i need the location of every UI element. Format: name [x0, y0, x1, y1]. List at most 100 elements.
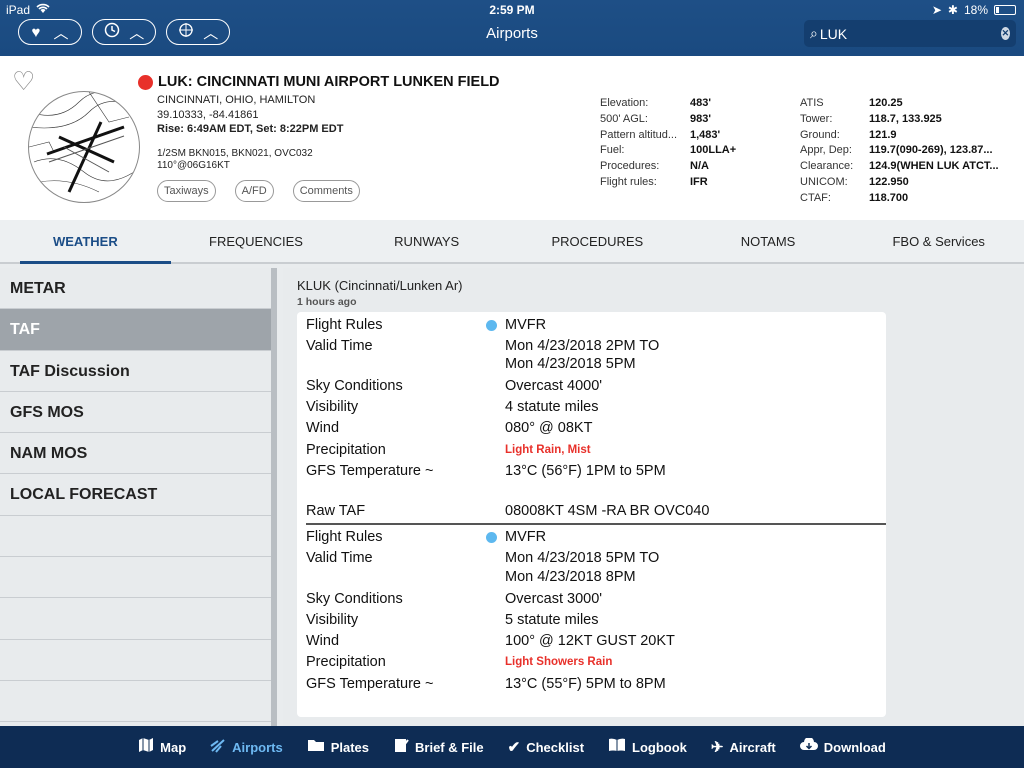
favorite-heart-icon[interactable]: ♡ — [12, 66, 35, 97]
bottom-tab-airports[interactable]: Airports — [198, 737, 295, 757]
valid-time-to: Mon 4/23/2018 5PM — [505, 356, 636, 372]
info-label: Flight rules: — [600, 175, 657, 188]
clear-search-icon[interactable]: ✕ — [1000, 27, 1010, 40]
top-bar: iPad 2:59 PM ➤ ✱ 18% ♥ ︿ ︿ ︿ Airports ⌕ … — [0, 0, 1024, 56]
taxiways-button[interactable]: Taxiways — [157, 180, 216, 202]
airport-header: ♡ LUK: CINCINNATI MUNI AIRPORT LUNKEN FI… — [0, 56, 1024, 220]
taf-panel: KLUK (Cincinnati/Lunken Ar) 1 hours ago … — [283, 268, 1024, 726]
bottom-tab-label: Map — [160, 739, 187, 755]
tab-frequencies[interactable]: FREQUENCIES — [171, 220, 342, 262]
location-icon: ➤ — [931, 3, 942, 17]
airport-name: LUK: CINCINNATI MUNI AIRPORT LUNKEN FIEL… — [158, 74, 500, 90]
tab-notams[interactable]: NOTAMS — [683, 220, 854, 262]
status-bar: iPad 2:59 PM ➤ ✱ 18% — [0, 0, 1024, 18]
row-label: Precipitation — [306, 654, 386, 670]
freq-label: CTAF: — [800, 191, 831, 204]
row-label: Flight Rules — [306, 529, 383, 545]
tab-procedures[interactable]: PROCEDURES — [512, 220, 683, 262]
row-label: Visibility — [306, 399, 359, 415]
bottom-tab-download[interactable]: Download — [788, 737, 898, 756]
info-value: IFR — [690, 175, 708, 188]
bottom-tab-map[interactable]: Map — [126, 737, 198, 757]
row-label: Wind — [306, 633, 340, 649]
bottom-tab-plates[interactable]: Plates — [295, 738, 381, 756]
airport-info-left: Elevation: 483' 500' AGL: 983' Pattern alt… — [600, 97, 780, 192]
search-input[interactable] — [819, 25, 1001, 42]
comments-button[interactable]: Comments — [292, 180, 360, 202]
list-item-metar[interactable]: METAR — [0, 268, 271, 310]
temp-value: 13°C (55°F) 5PM to 8PM — [505, 676, 666, 692]
clipboard-icon — [393, 737, 409, 757]
visibility-value: 5 statute miles — [505, 612, 599, 628]
list-item-gfs-mos[interactable]: GFS MOS — [0, 392, 271, 434]
flight-category-dot — [138, 74, 153, 90]
valid-time-from: Mon 4/23/2018 5PM TO — [505, 550, 660, 566]
info-label: 500' AGL: — [600, 112, 648, 125]
bottom-tab-checklist[interactable]: ✔ Checklist — [496, 738, 596, 756]
book-icon — [608, 738, 626, 756]
flight-rules-value: MVFR — [505, 529, 547, 545]
bottom-tab-bar: Map Airports Plates Brief & File ✔ Check… — [0, 726, 1024, 768]
visibility-value: 4 statute miles — [505, 399, 599, 415]
raw-taf-value: 08008KT 4SM -RA BR OVC040 — [505, 503, 710, 519]
station-name: KLUK (Cincinnati/Lunken Ar) — [297, 278, 463, 293]
cloud-download-icon — [799, 737, 818, 756]
wind-value: 100° @ 12KT GUST 20KT — [505, 633, 675, 649]
valid-time-to: Mon 4/23/2018 8PM — [505, 569, 636, 585]
wind-value: 080° @ 08KT — [505, 420, 593, 436]
checkmark-icon: ✔ — [507, 739, 521, 756]
freq-label: ATIS — [800, 97, 824, 109]
bottom-tab-label: Plates — [330, 739, 370, 755]
list-item-empty — [0, 640, 271, 681]
tab-runways[interactable]: RUNWAYS — [341, 220, 512, 262]
flight-rules-value: MVFR — [505, 317, 547, 333]
info-label: Pattern altitud... — [600, 128, 678, 141]
airport-diagram[interactable] — [28, 91, 140, 203]
bluetooth-icon: ✱ — [947, 3, 958, 17]
freq-value: 118.700 — [869, 191, 909, 204]
bottom-tab-aircraft[interactable]: ✈ Aircraft — [699, 738, 788, 756]
list-item-nam-mos[interactable]: NAM MOS — [0, 433, 271, 475]
precip-value: Light Showers Rain — [505, 656, 613, 668]
info-value: 100LLA+ — [690, 144, 737, 157]
info-value: 1,483' — [690, 128, 721, 141]
mvfr-dot-icon — [486, 532, 497, 543]
freq-value: 124.9(WHEN LUK ATCT... — [869, 160, 999, 173]
bottom-tab-brief-file[interactable]: Brief & File — [381, 737, 496, 757]
freq-label: UNICOM: — [800, 175, 848, 188]
info-label: Procedures: — [600, 160, 660, 173]
bottom-tab-label: Download — [823, 739, 886, 755]
tab-fbo-services[interactable]: FBO & Services — [853, 220, 1024, 262]
bottom-tab-label: Checklist — [526, 739, 585, 755]
info-value: 483' — [690, 97, 711, 109]
sky-value: Overcast 4000' — [505, 378, 603, 394]
folder-icon — [307, 738, 325, 756]
airport-icon — [210, 737, 226, 757]
wx-summary-1: 1/2SM BKN015, BKN021, OVC032 — [157, 148, 313, 159]
row-label: Sky Conditions — [306, 591, 403, 607]
afd-button[interactable]: A/FD — [234, 180, 274, 202]
list-item-taf-discussion[interactable]: TAF Discussion — [0, 351, 271, 392]
list-item-taf[interactable]: TAF — [0, 309, 271, 351]
info-label: Fuel: — [600, 144, 625, 157]
row-label: Wind — [306, 420, 340, 436]
list-item-local-forecast[interactable]: LOCAL FORECAST — [0, 474, 271, 516]
bottom-tab-label: Aircraft — [729, 739, 776, 755]
airport-city: CINCINNATI, OHIO, HAMILTON — [157, 94, 316, 106]
freq-value: 122.950 — [869, 175, 909, 188]
tab-weather[interactable]: WEATHER — [0, 220, 171, 264]
bottom-tab-logbook[interactable]: Logbook — [596, 738, 699, 756]
status-time: 2:59 PM — [489, 3, 535, 17]
list-item-empty — [0, 557, 271, 599]
airport-search[interactable]: ⌕ ✕ — [804, 20, 1016, 47]
period-divider — [306, 523, 886, 525]
sky-value: Overcast 3000' — [505, 591, 603, 607]
map-icon — [138, 737, 154, 757]
report-age: 1 hours ago — [297, 296, 357, 308]
row-label: GFS Temperature ~ — [306, 463, 434, 479]
temp-value: 13°C (56°F) 1PM to 5PM — [505, 463, 666, 479]
freq-label: Clearance: — [800, 160, 854, 173]
airport-chips: Taxiways A/FD Comments — [157, 180, 360, 202]
list-item-empty — [0, 598, 271, 640]
bottom-tab-label: Brief & File — [415, 739, 484, 755]
